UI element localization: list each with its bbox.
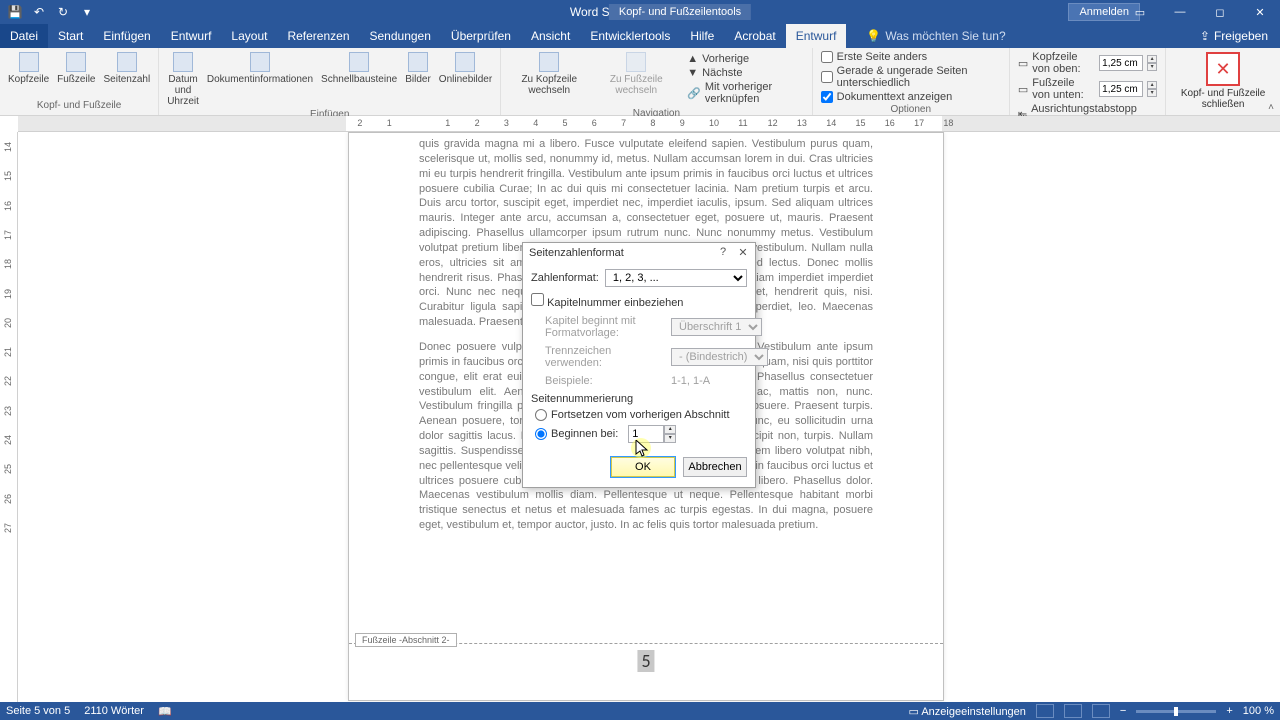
contextual-tab-title: Kopf- und Fußzeilentools <box>609 4 751 20</box>
footer-button[interactable]: Fußzeile <box>53 50 99 87</box>
horizontal-ruler[interactable]: 21123456789101112131415161718 <box>18 116 1280 132</box>
zoom-in-icon[interactable]: + <box>1226 705 1232 717</box>
share-button[interactable]: ⇪ Freigeben <box>1188 24 1280 48</box>
separator-label: Trennzeichen verwenden: <box>545 345 665 369</box>
ribbon-group-navigation: Zu Kopfzeile wechseln Zu Fußzeile wechse… <box>501 48 812 115</box>
tab-layout[interactable]: Layout <box>221 24 277 48</box>
maximize-icon[interactable]: ◻ <box>1200 0 1240 24</box>
footer-area[interactable]: Fußzeile -Abschnitt 2- 5 <box>349 643 943 700</box>
tab-view[interactable]: Ansicht <box>521 24 580 48</box>
examples-label: Beispiele: <box>545 375 665 387</box>
header-top-spin[interactable]: ▭Kopfzeile von oben:▴▾ <box>1014 50 1161 76</box>
ok-button[interactable]: OK <box>611 457 675 477</box>
page-indicator[interactable]: Seite 5 von 5 <box>6 705 70 717</box>
number-format-label: Zahlenformat: <box>531 272 599 284</box>
share-icon: ⇪ <box>1200 29 1210 43</box>
tab-headerfooter-design[interactable]: Entwurf <box>786 24 847 48</box>
tab-file[interactable]: Datei <box>0 24 48 48</box>
tab-insert[interactable]: Einfügen <box>93 24 160 48</box>
vertical-ruler[interactable]: 1415161718192021222324252627 <box>0 132 18 702</box>
tab-references[interactable]: Referenzen <box>277 24 359 48</box>
header-button[interactable]: Kopfzeile <box>4 50 53 87</box>
page-numbering-section-label: Seitennummerierung <box>531 393 747 405</box>
dialog-title: Seitenzahlenformat <box>529 247 624 259</box>
next-button[interactable]: ▼Nächste <box>683 66 803 80</box>
start-at-input[interactable] <box>628 425 664 443</box>
status-bar: Seite 5 von 5 2110 Wörter 📖 ▭ Anzeigeein… <box>0 702 1280 720</box>
separator-select: - (Bindestrich) <box>671 348 768 366</box>
tab-start[interactable]: Start <box>48 24 93 48</box>
page-number-format-dialog: Seitenzahlenformat ? ✕ Zahlenformat: 1, … <box>522 242 756 488</box>
print-layout-icon[interactable] <box>1064 704 1082 718</box>
ribbon-group-insert: Datum und Uhrzeit Dokumentinformationen … <box>159 48 501 115</box>
window-controls: ▭ — ◻ ✕ <box>1120 0 1280 24</box>
close-headerfooter-button[interactable]: ✕ <box>1206 52 1240 86</box>
examples-value: 1-1, 1-A <box>671 375 710 387</box>
chapter-style-select: Überschrift 1 <box>671 318 762 336</box>
goto-footer-button[interactable]: Zu Fußzeile wechseln <box>593 50 679 98</box>
different-first-page-checkbox[interactable]: Erste Seite anders <box>817 50 932 64</box>
chapter-style-label: Kapitel beginnt mit Formatvorlage: <box>545 315 665 339</box>
start-at-radio[interactable]: Beginnen bei: ▴▾ <box>535 425 747 443</box>
qat-more-icon[interactable]: ▾ <box>76 1 98 23</box>
ribbon-options-icon[interactable]: ▭ <box>1120 0 1160 24</box>
tab-design[interactable]: Entwurf <box>161 24 222 48</box>
ribbon-group-close: ✕ Kopf- und Fußzeile schließen <box>1166 48 1280 115</box>
dialog-titlebar[interactable]: Seitenzahlenformat ? ✕ <box>523 243 755 263</box>
close-icon[interactable]: ✕ <box>1240 0 1280 24</box>
link-previous-button[interactable]: 🔗Mit vorheriger verknüpfen <box>683 80 803 106</box>
footer-bottom-spin[interactable]: ▭Fußzeile von unten:▴▾ <box>1014 76 1161 102</box>
undo-icon[interactable]: ↶ <box>28 1 50 23</box>
collapse-ribbon-icon[interactable]: ˄ <box>1268 102 1274 113</box>
lightbulb-icon: 💡 <box>866 29 881 43</box>
tell-me-placeholder: Was möchten Sie tun? <box>885 29 1005 43</box>
minimize-icon[interactable]: — <box>1160 0 1200 24</box>
web-layout-icon[interactable] <box>1092 704 1110 718</box>
datetime-button[interactable]: Datum und Uhrzeit <box>163 50 203 109</box>
zoom-out-icon[interactable]: − <box>1120 705 1126 717</box>
spin-up-icon[interactable]: ▴ <box>664 425 676 434</box>
spin-down-icon[interactable]: ▾ <box>664 434 676 443</box>
zoom-slider[interactable] <box>1136 710 1216 713</box>
tab-mailings[interactable]: Sendungen <box>360 24 441 48</box>
zoom-level[interactable]: 100 % <box>1243 705 1274 717</box>
footer-section-label: Fußzeile -Abschnitt 2- <box>355 633 457 647</box>
group-label: Kopf- und Fußzeile <box>4 100 154 113</box>
images-button[interactable]: Bilder <box>401 50 435 87</box>
quick-access-toolbar: 💾 ↶ ↻ ▾ <box>0 1 98 23</box>
redo-icon[interactable]: ↻ <box>52 1 74 23</box>
onlineimages-button[interactable]: Onlinebilder <box>435 50 496 87</box>
title-bar: 💾 ↶ ↻ ▾ Word Seitenzahlen - Word Kopf- u… <box>0 0 1280 24</box>
quickparts-button[interactable]: Schnellbausteine <box>317 50 401 87</box>
tell-me-search[interactable]: 💡 Was möchten Sie tun? <box>866 24 1005 48</box>
dialog-close-icon[interactable]: ✕ <box>733 243 753 261</box>
cancel-button[interactable]: Abbrechen <box>683 457 747 477</box>
show-doctext-checkbox[interactable]: Dokumenttext anzeigen <box>817 90 957 104</box>
tab-help[interactable]: Hilfe <box>680 24 724 48</box>
previous-button[interactable]: ▲Vorherige <box>683 52 803 66</box>
save-icon[interactable]: 💾 <box>4 1 26 23</box>
different-odd-even-checkbox[interactable]: Gerade & ungerade Seiten unterschiedlich <box>817 64 1005 90</box>
tab-developer[interactable]: Entwicklertools <box>580 24 680 48</box>
read-mode-icon[interactable] <box>1036 704 1054 718</box>
ribbon-tabs: Datei Start Einfügen Entwurf Layout Refe… <box>0 24 1280 48</box>
include-chapter-checkbox[interactable]: Kapitelnummer einbeziehen <box>531 293 683 309</box>
help-icon[interactable]: ? <box>713 243 733 261</box>
docinfo-button[interactable]: Dokumentinformationen <box>203 50 317 87</box>
proofing-icon[interactable]: 📖 <box>158 705 172 718</box>
display-settings[interactable]: ▭ Anzeigeeinstellungen <box>908 705 1025 718</box>
page-number-field[interactable]: 5 <box>637 650 654 672</box>
ribbon: Kopfzeile Fußzeile Seitenzahl Kopf- und … <box>0 48 1280 116</box>
tab-review[interactable]: Überprüfen <box>441 24 521 48</box>
pagenumber-button[interactable]: Seitenzahl <box>100 50 155 87</box>
goto-header-button[interactable]: Zu Kopfzeile wechseln <box>505 50 593 98</box>
word-count[interactable]: 2110 Wörter <box>84 705 144 717</box>
continue-previous-radio[interactable]: Fortsetzen vom vorherigen Abschnitt <box>535 409 747 421</box>
number-format-select[interactable]: 1, 2, 3, ... <box>605 269 747 287</box>
ribbon-group-position: ▭Kopfzeile von oben:▴▾ ▭Fußzeile von unt… <box>1010 48 1166 115</box>
ribbon-group-headerfooter: Kopfzeile Fußzeile Seitenzahl Kopf- und … <box>0 48 159 115</box>
tab-acrobat[interactable]: Acrobat <box>724 24 785 48</box>
ribbon-group-options: Erste Seite anders Gerade & ungerade Sei… <box>813 48 1010 115</box>
